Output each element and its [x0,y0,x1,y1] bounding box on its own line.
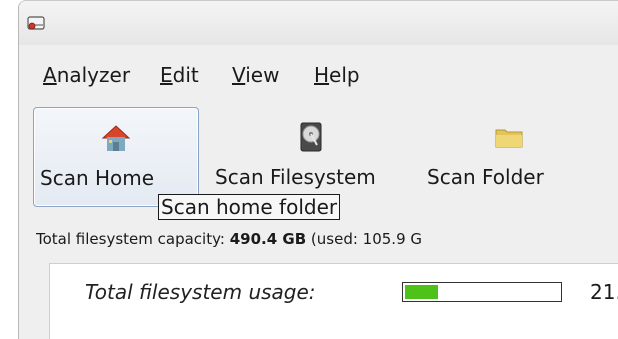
capacity-label: Total filesystem capacity: [36,230,225,248]
capacity-value: 490.4 GB [229,230,307,248]
menu-view[interactable]: View [232,63,279,87]
used-text: (used: 105.9 G [310,230,423,248]
filesystem-capacity-line: Total filesystem capacity: 490.4 GB (use… [36,227,618,251]
home-icon [101,125,131,151]
scan-home-button[interactable]: Scan Home [33,107,199,207]
scan-home-label: Scan Home [40,166,155,190]
disk-analyzer-app-icon [27,16,45,30]
menu-edit[interactable]: Edit [160,63,199,87]
usage-value: 21.6 [590,280,618,304]
scan-folder-label: Scan Folder [427,165,544,189]
menu-help[interactable]: Help [314,63,360,87]
tooltip-scan-home: Scan home folder [158,194,341,220]
usage-panel: Total filesystem usage: 21.6 [49,263,618,339]
harddisk-icon [300,122,322,152]
app-window: Analyzer Edit View Help Scan Home Scan F… [18,0,618,339]
menu-bar: Analyzer Edit View Help [19,45,618,95]
title-bar[interactable] [19,1,618,46]
scan-folder-button[interactable]: Scan Folder [427,107,587,205]
usage-progress-fill [405,285,438,299]
folder-icon [495,129,523,148]
menu-analyzer[interactable]: Analyzer [43,63,130,87]
scan-filesystem-label: Scan Filesystem [215,165,376,189]
usage-label: Total filesystem usage: [85,280,316,304]
scan-filesystem-button[interactable]: Scan Filesystem [207,107,421,205]
usage-progress-bar [402,282,562,302]
